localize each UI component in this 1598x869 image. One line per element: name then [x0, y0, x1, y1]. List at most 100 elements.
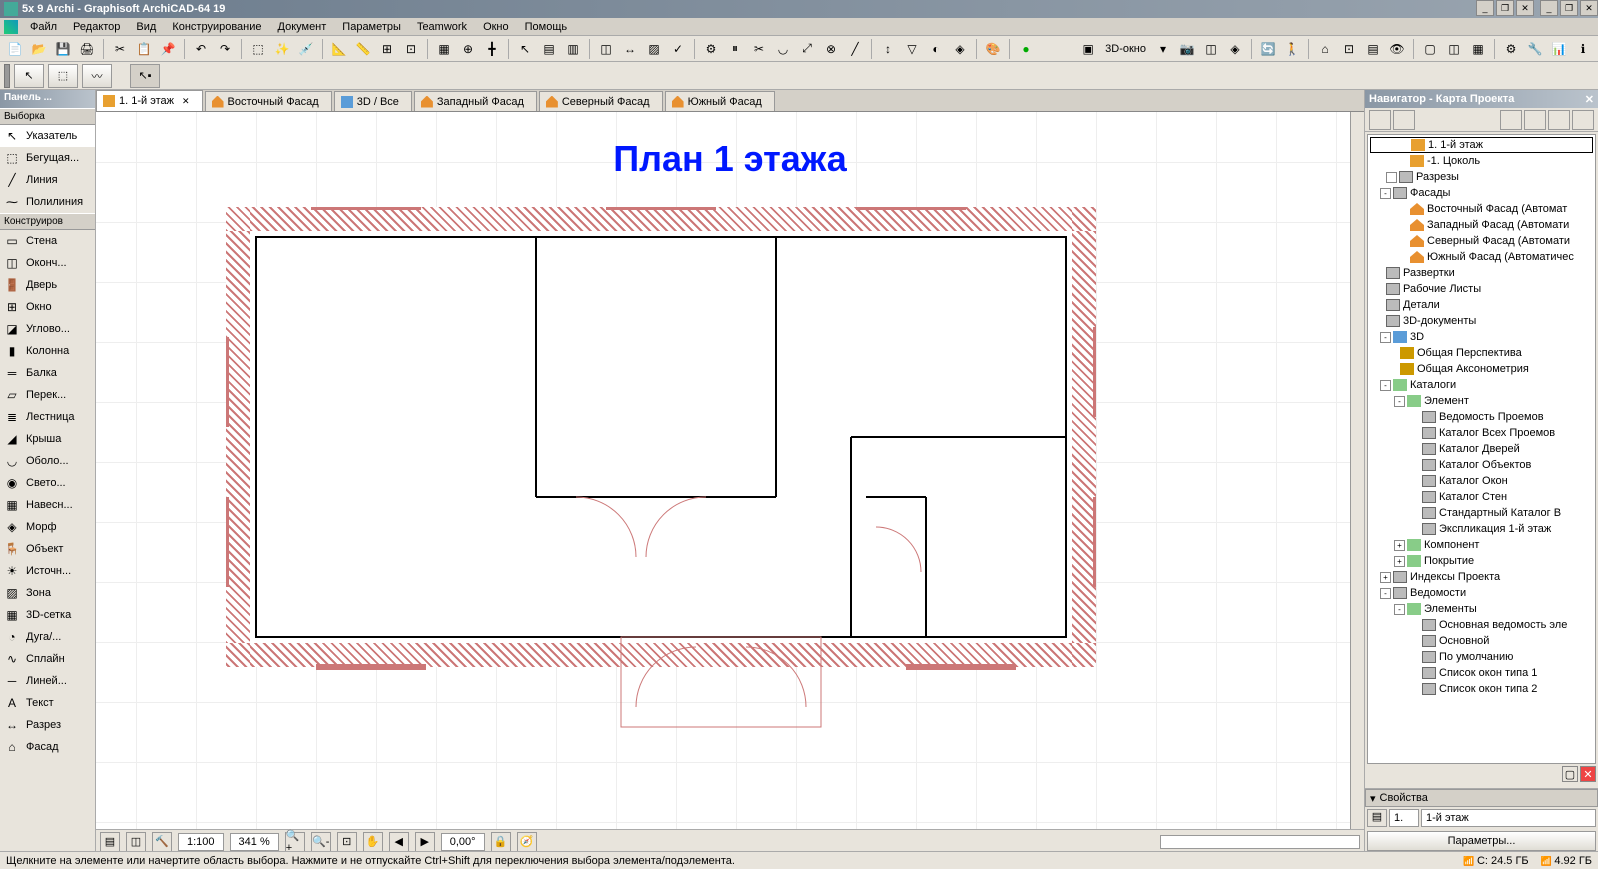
- win-3-button[interactable]: ▦: [1467, 38, 1489, 60]
- tree-toggle[interactable]: [1386, 172, 1397, 183]
- tool-design-12[interactable]: ▦Навесн...: [0, 494, 95, 516]
- nav-home-button[interactable]: ⌂: [1314, 38, 1336, 60]
- tool-design-23[interactable]: ⌂Фасад: [0, 736, 95, 758]
- zoom-field[interactable]: 341 %: [230, 833, 279, 851]
- tree-node-12[interactable]: -3D: [1370, 329, 1593, 345]
- tree-node-6[interactable]: Северный Фасад (Автомати: [1370, 233, 1593, 249]
- menu-design[interactable]: Конструирование: [164, 19, 269, 35]
- copy-button[interactable]: 📋: [133, 38, 155, 60]
- mode-4-button[interactable]: ↖▪: [130, 64, 160, 88]
- guide-button[interactable]: ╋: [481, 38, 503, 60]
- 3d-axo-button[interactable]: ◈: [1224, 38, 1246, 60]
- render-button[interactable]: 🎨: [982, 38, 1004, 60]
- tree-node-34[interactable]: Список окон типа 2: [1370, 681, 1593, 697]
- menu-document[interactable]: Документ: [270, 19, 335, 35]
- tree-node-13[interactable]: Общая Перспектива: [1370, 345, 1593, 361]
- opt-1-button[interactable]: ⚙: [1500, 38, 1522, 60]
- win-1-button[interactable]: ▢: [1419, 38, 1441, 60]
- menu-help[interactable]: Помощь: [517, 19, 576, 35]
- tool-design-3[interactable]: ⊞Окно: [0, 296, 95, 318]
- save-button[interactable]: 💾: [52, 38, 74, 60]
- undo-button[interactable]: ↶: [190, 38, 212, 60]
- help-button[interactable]: ●: [1015, 38, 1037, 60]
- opt-2-button[interactable]: 🔧: [1524, 38, 1546, 60]
- menu-edit[interactable]: Редактор: [65, 19, 128, 35]
- redo-button[interactable]: ↷: [214, 38, 236, 60]
- fillet-button[interactable]: ◡: [772, 38, 794, 60]
- tree-node-20[interactable]: Каталог Объектов: [1370, 457, 1593, 473]
- pan-button[interactable]: ✋: [363, 832, 383, 852]
- menu-window[interactable]: Окно: [475, 19, 517, 35]
- props-params-button[interactable]: Параметры...: [1367, 831, 1596, 851]
- tool-design-14[interactable]: 🪑Объект: [0, 538, 95, 560]
- tool-design-19[interactable]: ∿Сплайн: [0, 648, 95, 670]
- snap-button[interactable]: ⊕: [457, 38, 479, 60]
- tree-node-16[interactable]: -Элемент: [1370, 393, 1593, 409]
- restore-button[interactable]: ❐: [1496, 0, 1514, 16]
- tree-node-26[interactable]: +Покрытие: [1370, 553, 1593, 569]
- zoom-prev-button[interactable]: ◀: [389, 832, 409, 852]
- canvas[interactable]: План 1 этажа: [96, 112, 1364, 853]
- dim2-button[interactable]: ↕: [877, 38, 899, 60]
- view-tab-1[interactable]: Восточный Фасад: [205, 91, 332, 111]
- tree-toggle[interactable]: -: [1380, 332, 1391, 343]
- horizontal-scrollbar[interactable]: [1160, 835, 1360, 849]
- scrollbar-vertical[interactable]: [1350, 112, 1364, 839]
- nav-pub-button[interactable]: [1572, 110, 1594, 130]
- 3d-toggle-button[interactable]: ▣: [1077, 38, 1099, 60]
- tree-node-29[interactable]: -Элементы: [1370, 601, 1593, 617]
- tree-node-22[interactable]: Каталог Стен: [1370, 489, 1593, 505]
- zoom-out-button[interactable]: 🔍-: [311, 832, 331, 852]
- tool-selection-2[interactable]: ╱Линия: [0, 169, 95, 191]
- layer2-button[interactable]: ▥: [562, 38, 584, 60]
- panel-close-button[interactable]: ✕: [1580, 766, 1596, 782]
- 3d-persp-button[interactable]: ◫: [1200, 38, 1222, 60]
- open-button[interactable]: 📂: [28, 38, 50, 60]
- profile-button[interactable]: ◐: [925, 38, 947, 60]
- close-button[interactable]: ✕: [1516, 0, 1534, 16]
- tree-toggle[interactable]: -: [1394, 604, 1405, 615]
- eyedropper-button[interactable]: 💉: [295, 38, 317, 60]
- vc-trace-button[interactable]: ◫: [126, 832, 146, 852]
- tool-design-10[interactable]: ◡Оболо...: [0, 450, 95, 472]
- view-tab-3[interactable]: Западный Фасад: [414, 91, 537, 111]
- tree-node-30[interactable]: Основная ведомость эле: [1370, 617, 1593, 633]
- tree-node-4[interactable]: Восточный Фасад (Автомат: [1370, 201, 1593, 217]
- paste-button[interactable]: 📌: [157, 38, 179, 60]
- nav-walk-button[interactable]: 🚶: [1281, 38, 1303, 60]
- surface-button[interactable]: ◈: [949, 38, 971, 60]
- vc-layers-button[interactable]: ▤: [100, 832, 120, 852]
- tree-node-23[interactable]: Стандартный Каталог В: [1370, 505, 1593, 521]
- zoom-fit-button[interactable]: ⊡: [337, 832, 357, 852]
- menu-teamwork[interactable]: Teamwork: [409, 19, 475, 35]
- tool-design-20[interactable]: ─Линей...: [0, 670, 95, 692]
- tree-toggle[interactable]: +: [1394, 556, 1405, 567]
- view-tab-2[interactable]: 3D / Все: [334, 91, 412, 111]
- tree-toggle[interactable]: -: [1394, 396, 1405, 407]
- scale-field[interactable]: 1:100: [178, 833, 224, 851]
- tree-node-15[interactable]: -Каталоги: [1370, 377, 1593, 393]
- resize-button[interactable]: ⤢: [796, 38, 818, 60]
- restore-doc-button[interactable]: ❐: [1560, 0, 1578, 16]
- tree-toggle[interactable]: +: [1394, 540, 1405, 551]
- menu-view[interactable]: Вид: [128, 19, 164, 35]
- orient-button[interactable]: 🧭: [517, 832, 537, 852]
- view-tab-4[interactable]: Северный Фасад: [539, 91, 663, 111]
- tool-design-1[interactable]: ◫Оконч...: [0, 252, 95, 274]
- nav-layout-button[interactable]: [1548, 110, 1570, 130]
- tool-design-0[interactable]: ▭Стена: [0, 230, 95, 252]
- tree-node-8[interactable]: Развертки: [1370, 265, 1593, 281]
- tool-design-7[interactable]: ▱Перек...: [0, 384, 95, 406]
- trace-button[interactable]: ◫: [595, 38, 617, 60]
- tree-node-2[interactable]: Разрезы: [1370, 169, 1593, 185]
- suspend-button[interactable]: ⏸: [724, 38, 746, 60]
- navigator-tree[interactable]: 1. 1-й этаж-1. ЦокольРазрезы-ФасадыВосто…: [1367, 134, 1596, 764]
- marquee-button[interactable]: ⬚: [247, 38, 269, 60]
- new-button[interactable]: 📄: [4, 38, 26, 60]
- mode-3-button[interactable]: 〰: [82, 64, 112, 88]
- tree-node-21[interactable]: Каталог Окон: [1370, 473, 1593, 489]
- tree-node-33[interactable]: Список окон типа 1: [1370, 665, 1593, 681]
- tree-node-27[interactable]: +Индексы Проекта: [1370, 569, 1593, 585]
- tree-node-1[interactable]: -1. Цоколь: [1370, 153, 1593, 169]
- view-tab-0[interactable]: 1. 1-й этаж✕: [96, 90, 203, 111]
